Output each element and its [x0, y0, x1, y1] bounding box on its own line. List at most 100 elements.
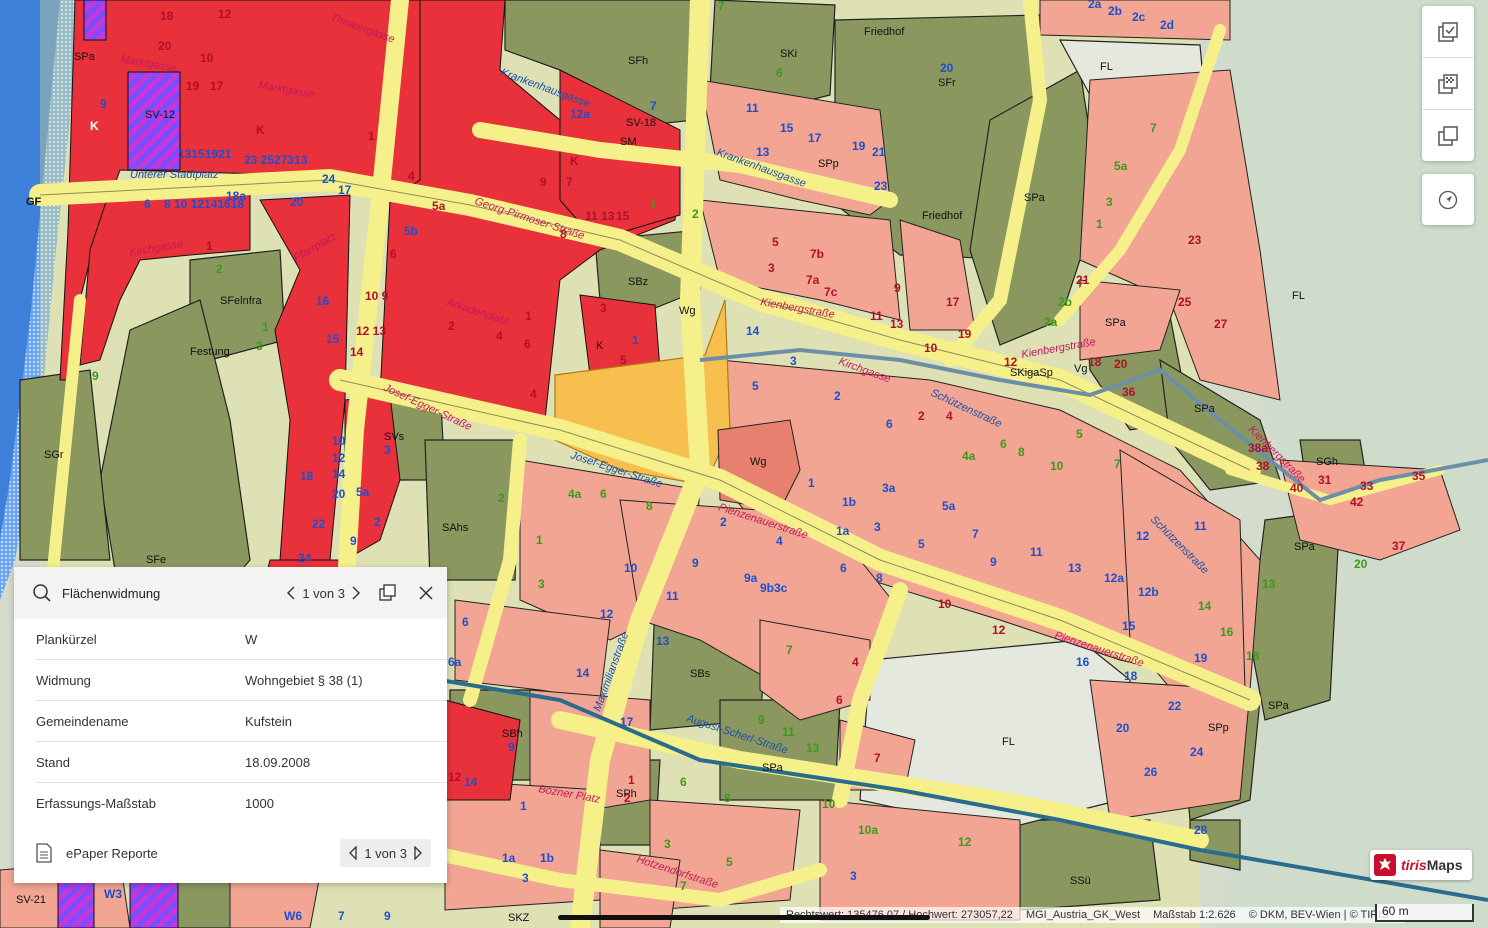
svg-text:5a: 5a [432, 199, 446, 213]
svg-text:17: 17 [946, 295, 960, 309]
svg-text:SFr: SFr [938, 77, 956, 89]
svg-text:25: 25 [1178, 295, 1192, 309]
svg-text:10: 10 [1050, 459, 1064, 473]
attribute-value: 18.09.2008 [245, 754, 311, 770]
svg-text:5: 5 [918, 537, 925, 551]
svg-text:3: 3 [256, 339, 263, 353]
svg-text:SPa: SPa [74, 51, 96, 63]
attribute-key: Gemeindename [36, 713, 129, 729]
svg-text:6: 6 [776, 66, 783, 80]
svg-text:11 13: 11 13 [585, 209, 615, 223]
svg-text:1: 1 [520, 799, 527, 813]
svg-text:31: 31 [1318, 473, 1332, 487]
svg-text:3: 3 [522, 871, 529, 885]
layers-check-button[interactable] [1422, 6, 1474, 58]
svg-text:12 13: 12 13 [356, 324, 386, 338]
svg-text:W6: W6 [284, 909, 302, 923]
svg-text:8: 8 [876, 571, 883, 585]
basemap-icon [1438, 73, 1458, 94]
svg-text:SFelnfra: SFelnfra [220, 295, 262, 307]
credits-label: © DKM, BEV-Wien | © TIRIS [1248, 909, 1389, 921]
result-pager-label: 1 von 3 [302, 585, 345, 601]
svg-text:9a: 9a [744, 571, 758, 585]
svg-text:2: 2 [374, 515, 381, 529]
locate-button[interactable] [1422, 174, 1474, 225]
svg-text:5: 5 [1076, 427, 1083, 441]
svg-text:1: 1 [525, 309, 532, 323]
svg-text:4a: 4a [568, 487, 582, 501]
svg-text:6: 6 [144, 197, 151, 211]
home-indicator[interactable] [558, 915, 930, 920]
prev-result-button[interactable] [286, 586, 296, 600]
svg-text:11: 11 [1030, 545, 1043, 559]
svg-text:2: 2 [498, 491, 505, 505]
svg-text:7: 7 [650, 99, 657, 113]
report-pager-label: 1 von 3 [364, 845, 407, 861]
svg-text:7: 7 [874, 751, 881, 765]
svg-text:19: 19 [852, 139, 866, 153]
svg-text:21: 21 [1076, 273, 1090, 287]
svg-text:FL: FL [1292, 290, 1305, 302]
svg-text:1: 1 [628, 773, 635, 787]
svg-text:2: 2 [834, 389, 841, 403]
svg-text:13: 13 [890, 317, 904, 331]
svg-text:18a: 18a [226, 189, 246, 203]
close-panel-button[interactable] [419, 586, 433, 600]
basemap-button[interactable] [1422, 58, 1474, 110]
svg-text:6: 6 [600, 487, 607, 501]
svg-text:11: 11 [870, 309, 883, 323]
svg-text:Wg: Wg [679, 305, 696, 317]
svg-text:Unterer Stadtplatz: Unterer Stadtplatz [130, 169, 219, 181]
svg-text:7: 7 [566, 175, 573, 189]
svg-text:SBh: SBh [502, 728, 523, 740]
svg-text:2a: 2a [1044, 315, 1058, 329]
svg-text:SV-12: SV-12 [145, 109, 175, 121]
svg-text:SBz: SBz [628, 276, 648, 288]
svg-text:3: 3 [1106, 195, 1113, 209]
svg-text:36: 36 [1122, 385, 1136, 399]
result-pager: 1 von 3 [286, 586, 361, 601]
svg-text:12: 12 [448, 770, 462, 784]
svg-text:1: 1 [1096, 217, 1103, 231]
copy-button[interactable] [1422, 110, 1474, 161]
svg-text:2: 2 [692, 207, 699, 221]
svg-text:Friedhof: Friedhof [864, 26, 905, 38]
attribute-key: Plankürzel [36, 631, 97, 647]
svg-text:K: K [90, 119, 99, 133]
tirismaps-logo[interactable]: tirisMaps [1370, 850, 1472, 880]
svg-text:FL: FL [1100, 61, 1113, 73]
svg-text:1: 1 [206, 239, 213, 253]
svg-text:14: 14 [332, 467, 346, 481]
svg-text:12b: 12b [1138, 585, 1159, 599]
svg-text:4: 4 [530, 387, 537, 401]
svg-text:10a: 10a [858, 823, 878, 837]
svg-text:17: 17 [808, 131, 822, 145]
svg-text:7b: 7b [810, 247, 824, 261]
svg-text:18: 18 [300, 469, 314, 483]
svg-text:1b: 1b [540, 851, 554, 865]
svg-text:18: 18 [1088, 355, 1102, 369]
svg-text:6: 6 [462, 615, 469, 629]
svg-text:20: 20 [1114, 357, 1128, 371]
svg-text:3: 3 [664, 837, 671, 851]
next-result-button[interactable] [351, 586, 361, 600]
svg-text:Friedhof: Friedhof [922, 210, 963, 222]
svg-text:40: 40 [1290, 481, 1304, 495]
next-report-button[interactable] [413, 846, 423, 860]
svg-text:7: 7 [972, 527, 979, 541]
epaper-reports-link[interactable]: ePaper Reporte [66, 846, 340, 861]
svg-text:9: 9 [990, 555, 997, 569]
svg-text:13: 13 [806, 741, 820, 755]
svg-text:24: 24 [322, 172, 336, 186]
svg-text:15: 15 [1122, 619, 1136, 633]
svg-text:3: 3 [850, 869, 857, 883]
svg-text:17: 17 [338, 183, 352, 197]
duplicate-panel-button[interactable] [379, 584, 397, 602]
prev-report-button[interactable] [348, 846, 358, 860]
svg-text:6: 6 [524, 337, 531, 351]
svg-text:20: 20 [158, 39, 172, 53]
svg-text:2: 2 [448, 319, 455, 333]
document-icon [36, 843, 52, 863]
feature-info-panel: Flächenwidmung 1 von 3 Plankürzel W Widmu… [14, 567, 447, 883]
svg-text:23: 23 [874, 179, 888, 193]
